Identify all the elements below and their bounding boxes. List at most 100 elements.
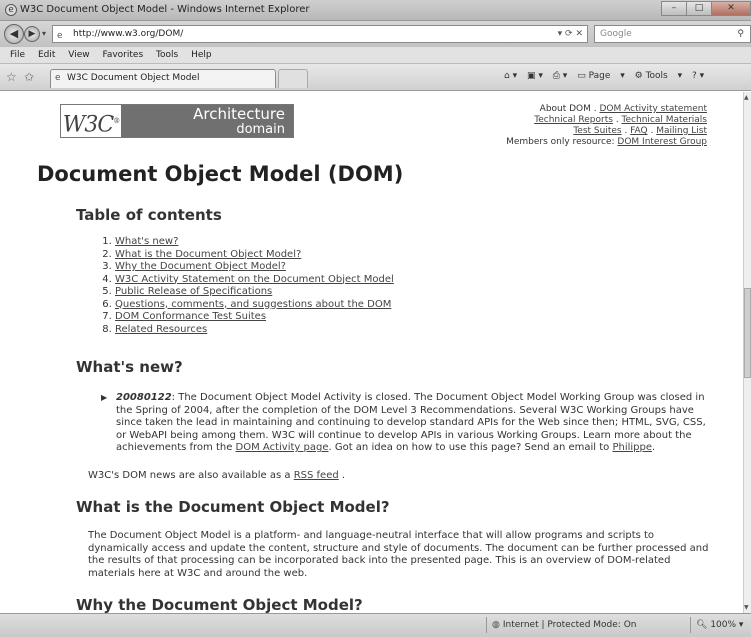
address-dropdown-icon[interactable]: ▾	[558, 29, 563, 39]
address-url: http://www.w3.org/DOM/	[73, 29, 184, 39]
toc-item: Questions, comments, and suggestions abo…	[115, 299, 394, 312]
menu-favorites[interactable]: Favorites	[97, 47, 148, 60]
test-suites-link[interactable]: Test Suites	[573, 126, 621, 136]
status-bar: ◍ Internet | Protected Mode: On 🔍︎ 100% ▾	[0, 613, 751, 637]
favorites-star-icon[interactable]: ☆	[6, 70, 17, 84]
rss-feed-link[interactable]: RSS feed	[294, 470, 339, 481]
status-divider	[486, 617, 487, 633]
members-label: Members only resource:	[506, 137, 615, 147]
toc-link-what-is[interactable]: What is the Document Object Model?	[115, 249, 301, 260]
stop-icon[interactable]: ✕	[575, 29, 583, 39]
about-dom-label: About DOM	[539, 104, 591, 114]
maximize-button[interactable]: □	[686, 1, 712, 16]
tab-w3c-dom[interactable]: e W3C Document Object Model	[50, 69, 276, 88]
toc-link-activity[interactable]: W3C Activity Statement on the Document O…	[115, 274, 394, 285]
security-zone[interactable]: ◍ Internet | Protected Mode: On	[492, 620, 636, 630]
logo-line2: domain	[236, 122, 285, 137]
toc-item: Why the Document Object Model?	[115, 261, 394, 274]
toc-item: Public Release of Specifications	[115, 286, 394, 299]
table-of-contents: What's new? What is the Document Object …	[97, 236, 394, 336]
add-favorites-icon[interactable]: ✩	[24, 70, 34, 84]
window-controls: – □ ✕	[661, 1, 751, 16]
toc-link-resources[interactable]: Related Resources	[115, 324, 207, 335]
toc-item: Related Resources	[115, 324, 394, 337]
logo-line1: Architecture	[193, 105, 285, 123]
architecture-domain-label: Architecture domain	[121, 105, 293, 137]
menu-bar: File Edit View Favorites Tools Help	[0, 47, 751, 64]
back-button[interactable]: ◀	[4, 24, 24, 44]
toc-item: What is the Document Object Model?	[115, 249, 394, 262]
menu-view[interactable]: View	[63, 47, 94, 60]
toc-heading: Table of contents	[76, 206, 222, 224]
address-tools: ▾ ⟳ ✕	[558, 26, 583, 42]
close-button[interactable]: ✕	[711, 1, 751, 16]
mailing-list-link[interactable]: Mailing List	[656, 126, 707, 136]
page-menu[interactable]: ▭ Page ▾	[577, 71, 625, 81]
toc-link-release[interactable]: Public Release of Specifications	[115, 286, 272, 297]
help-icon[interactable]: ? ▾	[692, 71, 704, 81]
w3c-logo: W3C®	[61, 105, 121, 137]
news-date: 20080122	[116, 392, 172, 403]
search-icon[interactable]: ⚲	[737, 26, 744, 42]
tools-menu-label: Tools	[645, 71, 668, 81]
search-input[interactable]: Google ⚲	[594, 25, 751, 43]
news-text-3: .	[652, 442, 656, 453]
toc-item: What's new?	[115, 236, 394, 249]
w3c-logo-text: W3C	[62, 112, 114, 138]
whats-new-heading: What's new?	[76, 358, 183, 376]
page-title: Document Object Model (DOM)	[37, 162, 404, 186]
forward-button[interactable]: ▶	[24, 26, 40, 42]
page-content: W3C® Architecture domain About DOM . DOM…	[0, 92, 743, 613]
dom-activity-page-link[interactable]: DOM Activity page	[236, 442, 329, 453]
toc-link-test-suites[interactable]: DOM Conformance Test Suites	[115, 311, 266, 322]
what-is-paragraph: The Document Object Model is a platform-…	[88, 530, 709, 579]
address-bar[interactable]: e http://www.w3.org/DOM/ ▾ ⟳ ✕	[52, 25, 588, 43]
navigation-bar: ◀ ▶ ▾ e http://www.w3.org/DOM/ ▾ ⟳ ✕ Goo…	[0, 21, 751, 47]
tab-bar: ☆ ✩ e W3C Document Object Model ⌂ ▾ ▣ ▾ …	[0, 64, 751, 91]
tab-page-icon: e	[55, 73, 61, 83]
zoom-icon: 🔍︎	[696, 620, 708, 630]
news-body: 20080122: The Document Object Model Acti…	[101, 392, 713, 455]
menu-help[interactable]: Help	[186, 47, 217, 60]
home-icon[interactable]: ⌂ ▾	[504, 71, 517, 81]
print-icon[interactable]: ⎙ ▾	[553, 71, 568, 81]
why-heading: Why the Document Object Model?	[76, 596, 363, 613]
security-zone-label: Internet | Protected Mode: On	[502, 620, 637, 630]
search-placeholder: Google	[600, 29, 632, 39]
refresh-icon[interactable]: ⟳	[565, 29, 573, 39]
tab-label: W3C Document Object Model	[67, 73, 200, 83]
faq-link[interactable]: FAQ	[630, 126, 647, 136]
philippe-email-link[interactable]: Philippe	[612, 442, 652, 453]
what-is-heading: What is the Document Object Model?	[76, 498, 390, 516]
tools-menu[interactable]: ⚙ Tools ▾	[635, 71, 683, 81]
recent-pages-dropdown-icon[interactable]: ▾	[42, 29, 46, 38]
zoom-control[interactable]: 🔍︎ 100% ▾	[696, 620, 743, 630]
new-tab-button[interactable]	[278, 69, 308, 88]
rss-suffix: .	[338, 470, 346, 481]
rss-prefix: W3C's DOM news are also available as a	[88, 470, 294, 481]
menu-tools[interactable]: Tools	[151, 47, 183, 60]
top-links: About DOM . DOM Activity statement Techn…	[506, 104, 708, 147]
feeds-icon[interactable]: ▣ ▾	[527, 71, 543, 81]
scroll-down-icon[interactable]: ▼	[744, 604, 749, 611]
toc-link-why[interactable]: Why the Document Object Model?	[115, 261, 286, 272]
menu-file[interactable]: File	[0, 47, 30, 60]
vertical-scrollbar[interactable]: ▲ ▼	[743, 92, 751, 613]
news-text-2: . Got an idea on how to use this page? S…	[328, 442, 613, 453]
toc-link-questions[interactable]: Questions, comments, and suggestions abo…	[115, 299, 391, 310]
scroll-up-icon[interactable]: ▲	[744, 94, 749, 101]
interest-group-link[interactable]: DOM Interest Group	[617, 137, 707, 147]
news-item: ▶ 20080122: The Document Object Model Ac…	[101, 392, 713, 455]
menu-edit[interactable]: Edit	[33, 47, 60, 60]
tech-materials-link[interactable]: Technical Materials	[622, 115, 707, 125]
toc-link-whats-new[interactable]: What's new?	[115, 236, 178, 247]
w3c-architecture-logo[interactable]: W3C® Architecture domain	[60, 104, 294, 138]
tech-reports-link[interactable]: Technical Reports	[534, 115, 613, 125]
scroll-thumb[interactable]	[744, 288, 751, 378]
dom-activity-link[interactable]: DOM Activity statement	[600, 104, 708, 114]
globe-icon: ◍	[492, 620, 500, 630]
window-title: W3C Document Object Model - Windows Inte…	[20, 4, 310, 15]
minimize-button[interactable]: –	[661, 1, 687, 16]
zoom-level: 100%	[710, 620, 737, 630]
page-menu-label: Page	[588, 71, 611, 81]
